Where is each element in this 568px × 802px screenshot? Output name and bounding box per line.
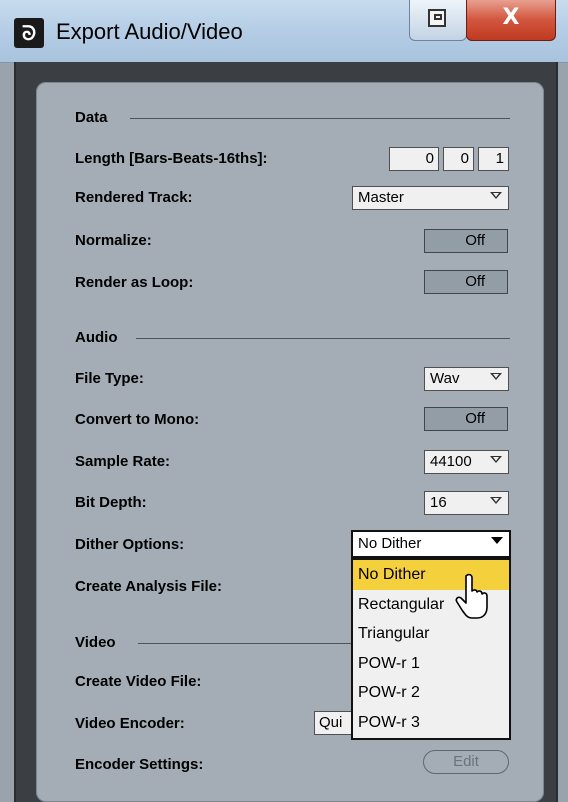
sample-rate-label: Sample Rate: — [75, 453, 171, 470]
window-title: Export Audio/Video — [56, 19, 243, 44]
section-heading-data: Data — [75, 109, 108, 126]
section-divider — [130, 118, 510, 119]
dither-label: Dither Options: — [75, 536, 185, 553]
file-type-select[interactable]: Wav — [424, 367, 509, 391]
rendered-track-label: Rendered Track: — [75, 189, 193, 206]
normalize-label: Normalize: — [75, 232, 152, 249]
length-16ths-field[interactable]: 1 — [478, 147, 509, 171]
dither-option-triangular[interactable]: Triangular — [353, 619, 509, 649]
bit-depth-select[interactable]: 16 — [424, 491, 509, 515]
bit-depth-value: 16 — [430, 494, 447, 511]
analysis-label: Create Analysis File: — [75, 578, 223, 595]
dither-select[interactable]: No Dither — [351, 530, 511, 558]
length-beats-field[interactable]: 0 — [443, 147, 474, 171]
dropdown-arrow-icon — [490, 192, 502, 199]
create-video-label: Create Video File: — [75, 673, 202, 690]
section-heading-audio: Audio — [75, 329, 118, 346]
dropdown-arrow-icon — [491, 537, 503, 544]
bit-depth-label: Bit Depth: — [75, 494, 147, 511]
sample-rate-select[interactable]: 44100 — [424, 450, 509, 474]
dither-option-pow-r-1[interactable]: POW-r 1 — [353, 649, 509, 679]
edit-button[interactable]: Edit — [423, 750, 509, 774]
file-type-value: Wav — [430, 370, 460, 387]
dropdown-arrow-icon — [490, 373, 502, 380]
section-divider — [136, 338, 510, 339]
mouse-cursor-icon — [455, 573, 488, 619]
dither-value: No Dither — [358, 535, 422, 552]
normalize-toggle[interactable]: Off — [424, 229, 508, 253]
mono-toggle[interactable]: Off — [424, 407, 508, 431]
close-button[interactable]: X — [466, 0, 556, 41]
dither-option-pow-r-3[interactable]: POW-r 3 — [353, 708, 509, 738]
close-icon: X — [502, 5, 520, 30]
file-type-label: File Type: — [75, 370, 144, 387]
rendered-track-select[interactable]: Master — [352, 186, 509, 210]
length-label: Length [Bars-Beats-16ths]: — [75, 150, 268, 167]
sample-rate-value: 44100 — [430, 453, 472, 470]
dropdown-arrow-icon — [490, 497, 502, 504]
render-loop-label: Render as Loop: — [75, 274, 194, 291]
section-heading-video: Video — [75, 634, 116, 651]
title-bar: ᘐ Export Audio/Video X — [0, 0, 568, 63]
rendered-track-value: Master — [358, 189, 404, 206]
app-logo-icon: ᘐ — [14, 18, 44, 48]
dither-option-pow-r-2[interactable]: POW-r 2 — [353, 678, 509, 708]
video-encoder-value: Qui — [319, 714, 343, 731]
encoder-label: Video Encoder: — [75, 715, 185, 732]
dropdown-arrow-icon — [490, 456, 502, 463]
restore-button[interactable] — [409, 0, 467, 41]
encoder-settings-label: Encoder Settings: — [75, 756, 204, 773]
section-divider — [138, 643, 351, 644]
restore-icon — [428, 9, 446, 27]
render-loop-toggle[interactable]: Off — [424, 270, 508, 294]
mono-label: Convert to Mono: — [75, 411, 200, 428]
length-bars-field[interactable]: 0 — [389, 147, 439, 171]
